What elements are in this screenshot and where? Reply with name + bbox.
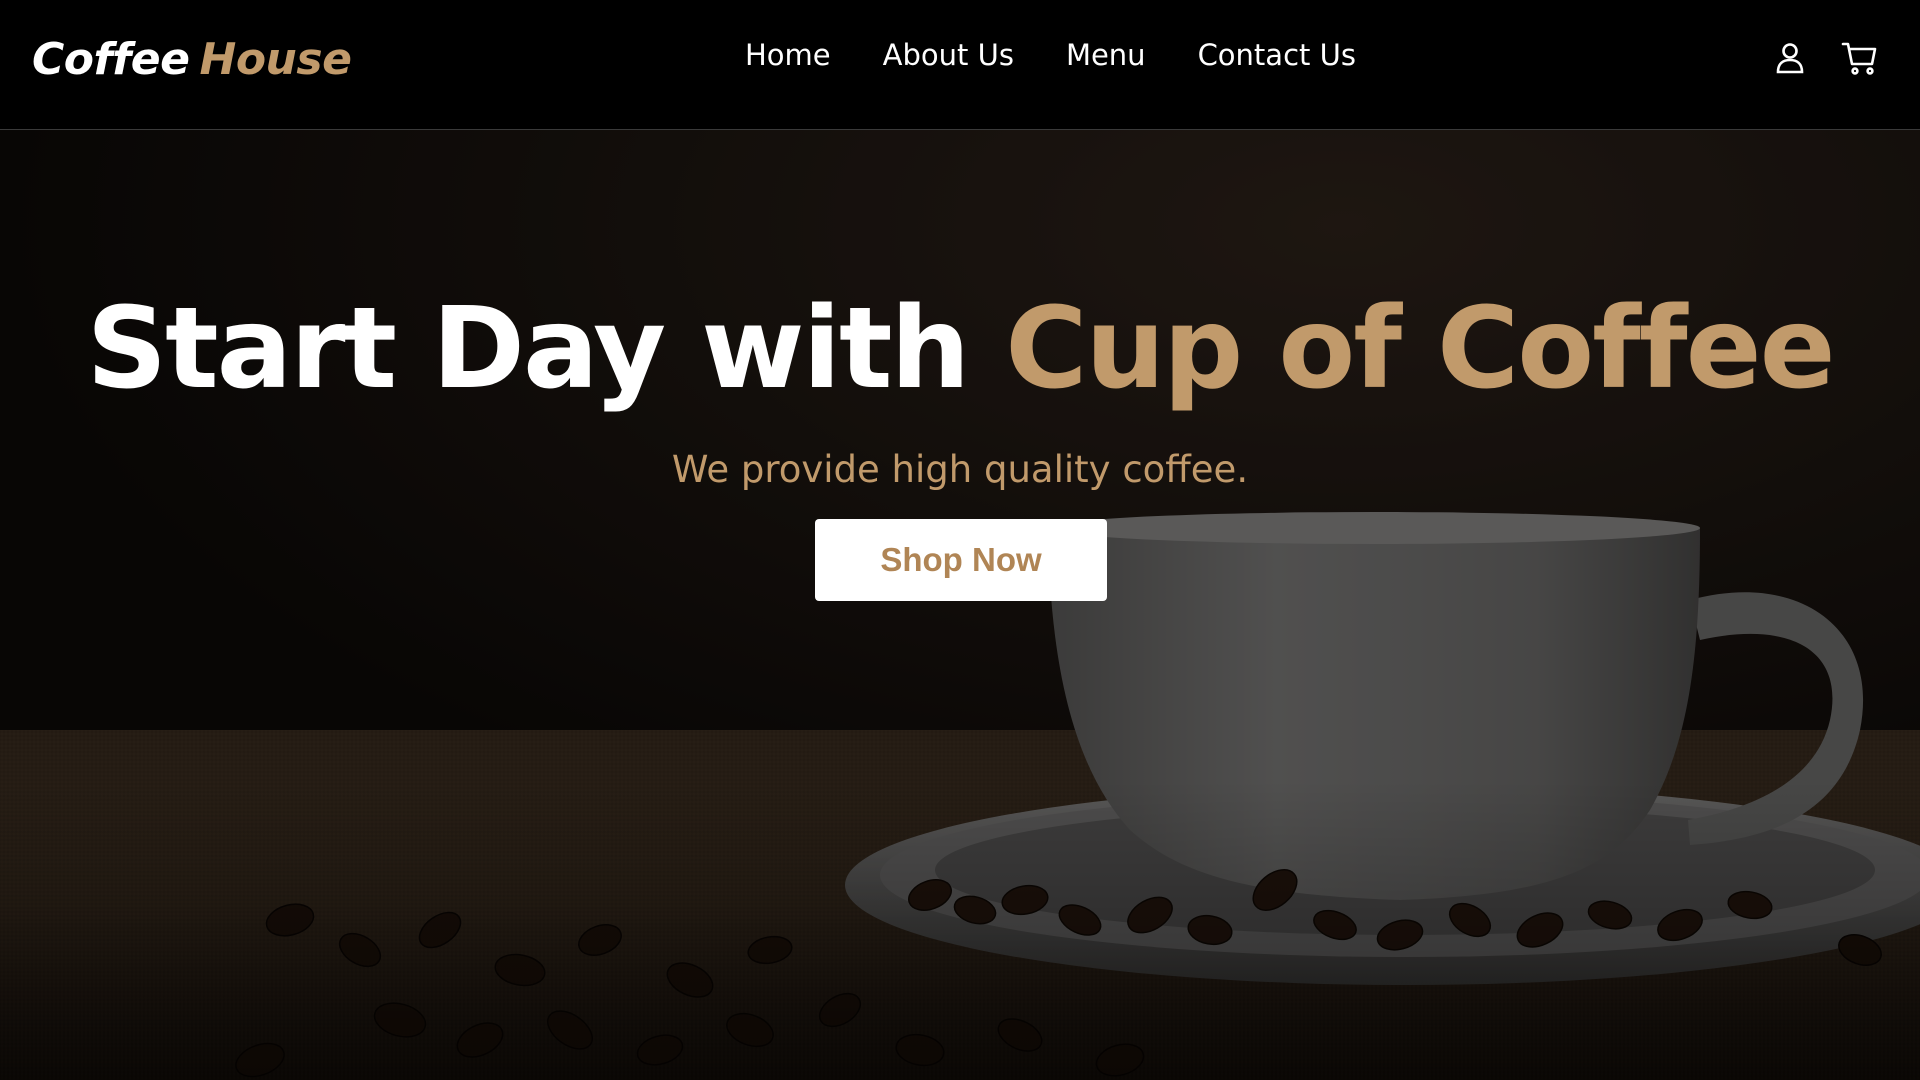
hero-content: Start Day with Cup of Coffee We provide … — [0, 130, 1920, 1080]
nav-link-about-us[interactable]: About Us — [883, 38, 1014, 72]
nav-link-menu[interactable]: Menu — [1066, 38, 1146, 72]
nav-link-home[interactable]: Home — [745, 38, 831, 72]
page: Coffee House Home About Us Menu Contact U… — [0, 0, 1920, 1080]
brand-logo[interactable]: Coffee House — [32, 34, 352, 85]
hero-subtitle: We provide high quality coffee. — [671, 448, 1249, 491]
hero-title-white: Start Day with — [86, 284, 970, 414]
site-header: Coffee House Home About Us Menu Contact U… — [0, 0, 1920, 130]
brand-name-first: Coffee — [32, 34, 190, 85]
brand-name-second: House — [199, 34, 352, 85]
nav-link-contact-us[interactable]: Contact Us — [1198, 38, 1356, 72]
main-nav: Home About Us Menu Contact Us — [745, 38, 1356, 72]
header-actions — [1770, 38, 1880, 78]
shop-now-button[interactable]: Shop Now — [815, 519, 1107, 601]
hero-title: Start Day with Cup of Coffee — [0, 287, 1920, 411]
cart-icon[interactable] — [1840, 38, 1880, 78]
user-icon[interactable] — [1770, 38, 1810, 78]
hero-title-accent: Cup of Coffee — [1005, 284, 1835, 414]
hero-section: Start Day with Cup of Coffee We provide … — [0, 130, 1920, 1080]
